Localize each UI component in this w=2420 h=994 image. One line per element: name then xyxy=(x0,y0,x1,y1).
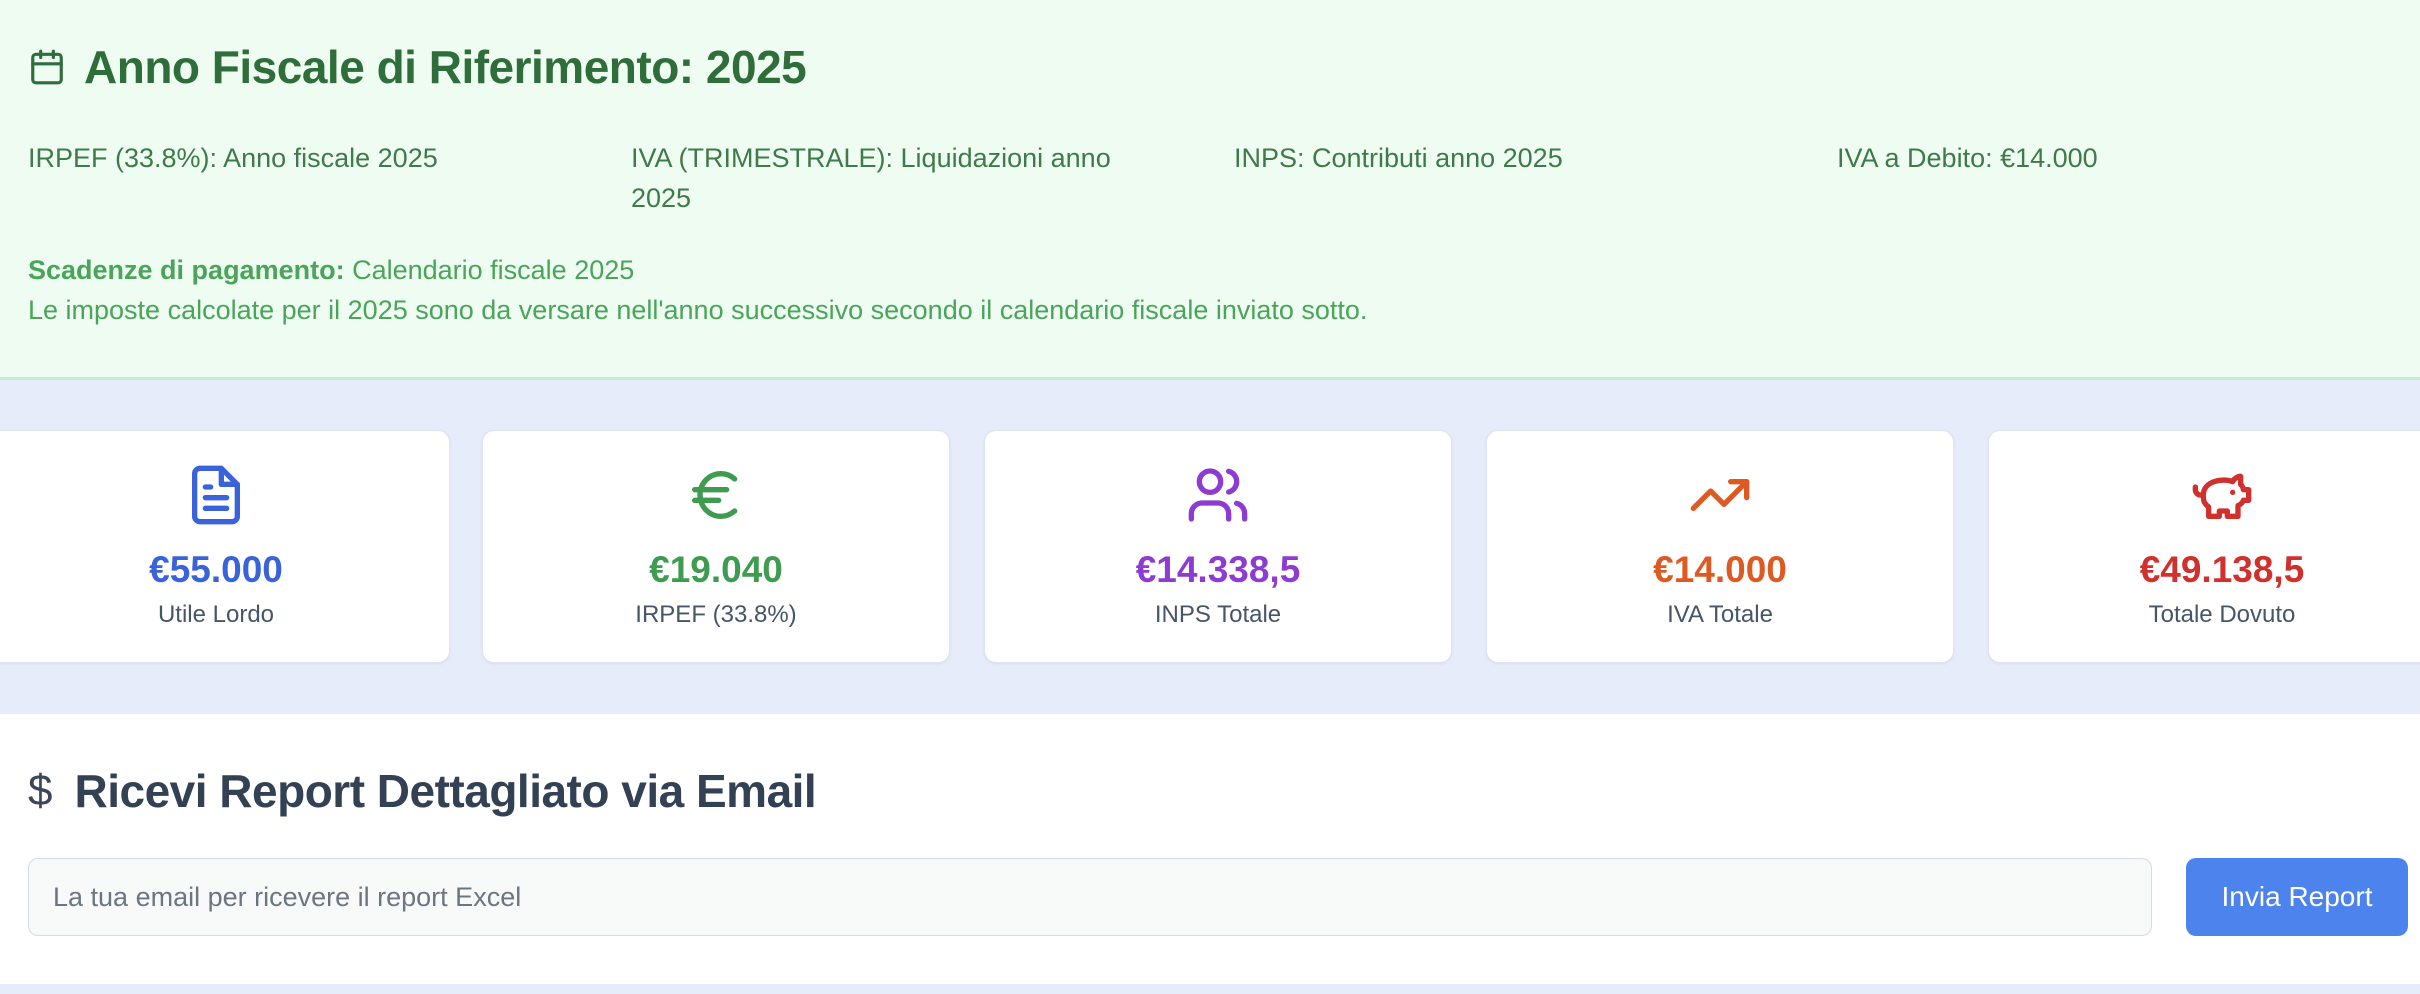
fiscal-year-title: Anno Fiscale di Riferimento: 2025 xyxy=(84,41,807,93)
iva-debt-info: IVA a Debito: €14.000 xyxy=(1837,143,2098,173)
card-label: INPS Totale xyxy=(1154,601,1282,628)
email-report-header: $ Ricevi Report Dettagliato via Email xyxy=(28,764,817,818)
email-input[interactable] xyxy=(28,858,2152,936)
payment-deadlines: Scadenze di pagamento: Calendario fiscal… xyxy=(28,250,1367,330)
piggy-bank-icon xyxy=(2192,473,2252,519)
card-iva: €14.000 IVA Totale xyxy=(1486,430,1954,663)
card-value: €55.000 xyxy=(149,549,283,590)
calendar-icon xyxy=(31,49,63,85)
card-label: Utile Lordo xyxy=(157,601,275,628)
card-value: €14.338,5 xyxy=(1135,549,1301,590)
users-icon xyxy=(1188,468,1248,522)
fiscal-year-panel: Anno Fiscale di Riferimento: 2025 IRPEF … xyxy=(0,0,2420,380)
email-report-panel: $ Ricevi Report Dettagliato via Email In… xyxy=(0,714,2420,984)
inps-info: INPS: Contributi anno 2025 xyxy=(1234,143,1563,173)
card-value: €19.040 xyxy=(649,549,783,590)
card-label: IRPEF (33.8%) xyxy=(635,601,797,628)
card-value: €49.138,5 xyxy=(2139,549,2305,590)
card-label: IVA Totale xyxy=(1667,601,1773,628)
card-irpef: €19.040 IRPEF (33.8%) xyxy=(482,430,950,663)
email-report-title: Ricevi Report Dettagliato via Email xyxy=(74,765,817,817)
irpef-info: IRPEF (33.8%): Anno fiscale 2025 xyxy=(28,143,438,173)
card-totale-dovuto: €49.138,5 Totale Dovuto xyxy=(1988,430,2420,663)
card-utile-lordo: €55.000 Utile Lordo xyxy=(0,430,450,663)
fiscal-year-header: Anno Fiscale di Riferimento: 2025 xyxy=(28,40,807,94)
document-icon xyxy=(192,465,240,525)
card-label: Totale Dovuto xyxy=(2148,601,2296,628)
deadline-label: Scadenze di pagamento: xyxy=(28,255,345,285)
dollar-icon: $ xyxy=(28,766,53,815)
deadline-value: Calendario fiscale 2025 xyxy=(344,255,635,285)
trending-up-icon xyxy=(1690,479,1750,511)
euro-icon xyxy=(692,470,738,519)
send-report-button[interactable]: Invia Report xyxy=(2186,858,2408,936)
summary-cards: €55.000 Utile Lordo €19.040 IRPEF (33.8%… xyxy=(0,430,2420,663)
deadline-note: Le imposte calcolate per il 2025 sono da… xyxy=(28,295,1368,325)
card-inps: €14.338,5 INPS Totale xyxy=(984,430,1452,663)
card-value: €14.000 xyxy=(1653,549,1787,590)
iva-info: IVA (TRIMESTRALE): Liquidazioni anno 202… xyxy=(631,143,1111,213)
